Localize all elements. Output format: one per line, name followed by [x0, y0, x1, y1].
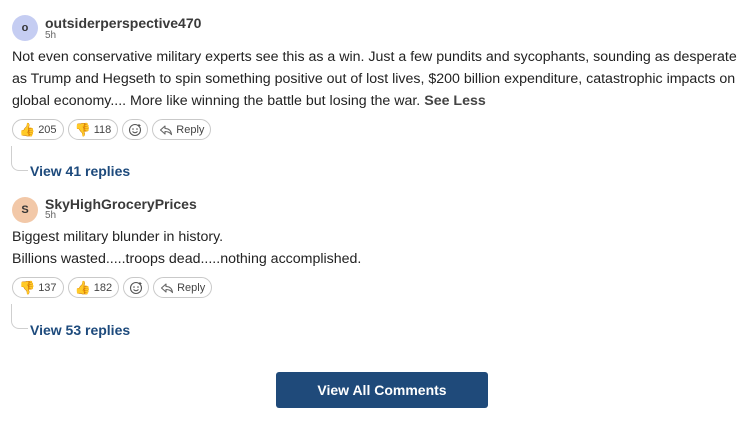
reply-button[interactable]: Reply — [152, 119, 212, 140]
thumbs-up-icon: 👍 — [74, 280, 91, 295]
add-reaction-button[interactable] — [123, 277, 150, 298]
reply-label: Reply — [176, 123, 205, 136]
comment-line: Biggest military blunder in history. — [12, 229, 224, 245]
comment-line: Billions wasted.....troops dead.....noth… — [12, 251, 362, 267]
comment-text: Not even conservative military experts s… — [12, 49, 737, 109]
thumbs-up-button[interactable]: 👍 182 — [67, 277, 120, 298]
reply-label: Reply — [177, 281, 206, 294]
thumbs-up-count: 205 — [38, 123, 57, 136]
thumbs-down-count: 137 — [38, 281, 57, 294]
comment-actions: 👎 137 👍 182 Reply — [12, 277, 213, 298]
thumbs-up-button[interactable]: 👍 205 — [12, 119, 64, 140]
see-less-link[interactable]: See Less — [424, 93, 486, 109]
comment-timestamp: 5h — [45, 30, 57, 41]
thread-connector — [11, 304, 28, 329]
avatar[interactable]: o — [12, 15, 38, 41]
reply-arrow-icon — [159, 124, 173, 136]
reply-arrow-icon — [160, 282, 174, 294]
thumbs-down-button[interactable]: 👎 137 — [12, 277, 64, 298]
comment-body: Not even conservative military experts s… — [12, 46, 742, 112]
thumbs-down-count: 118 — [93, 123, 112, 136]
comment-username[interactable]: SkyHighGroceryPrices — [45, 196, 197, 212]
comment-timestamp: 5h — [45, 210, 57, 221]
comment-actions: 👍 205 👎 118 Reply — [12, 119, 212, 140]
smiley-add-icon — [128, 123, 142, 137]
view-replies-link[interactable]: View 53 replies — [30, 322, 130, 338]
comment-body: Biggest military blunder in history. Bil… — [12, 226, 742, 270]
view-replies-link[interactable]: View 41 replies — [30, 163, 130, 179]
add-reaction-button[interactable] — [122, 119, 149, 140]
thumbs-down-icon: 👎 — [74, 122, 91, 137]
thumbs-down-button[interactable]: 👎 118 — [67, 119, 119, 140]
comment-username[interactable]: outsiderperspective470 — [45, 15, 201, 31]
thread-connector — [11, 146, 28, 171]
smiley-add-icon — [129, 281, 143, 295]
thumbs-up-icon: 👍 — [19, 122, 36, 137]
reply-button[interactable]: Reply — [153, 277, 213, 298]
thumbs-down-icon: 👎 — [19, 280, 36, 295]
avatar[interactable]: S — [12, 197, 38, 223]
view-all-comments-button[interactable]: View All Comments — [276, 372, 488, 408]
thumbs-up-count: 182 — [93, 281, 113, 294]
